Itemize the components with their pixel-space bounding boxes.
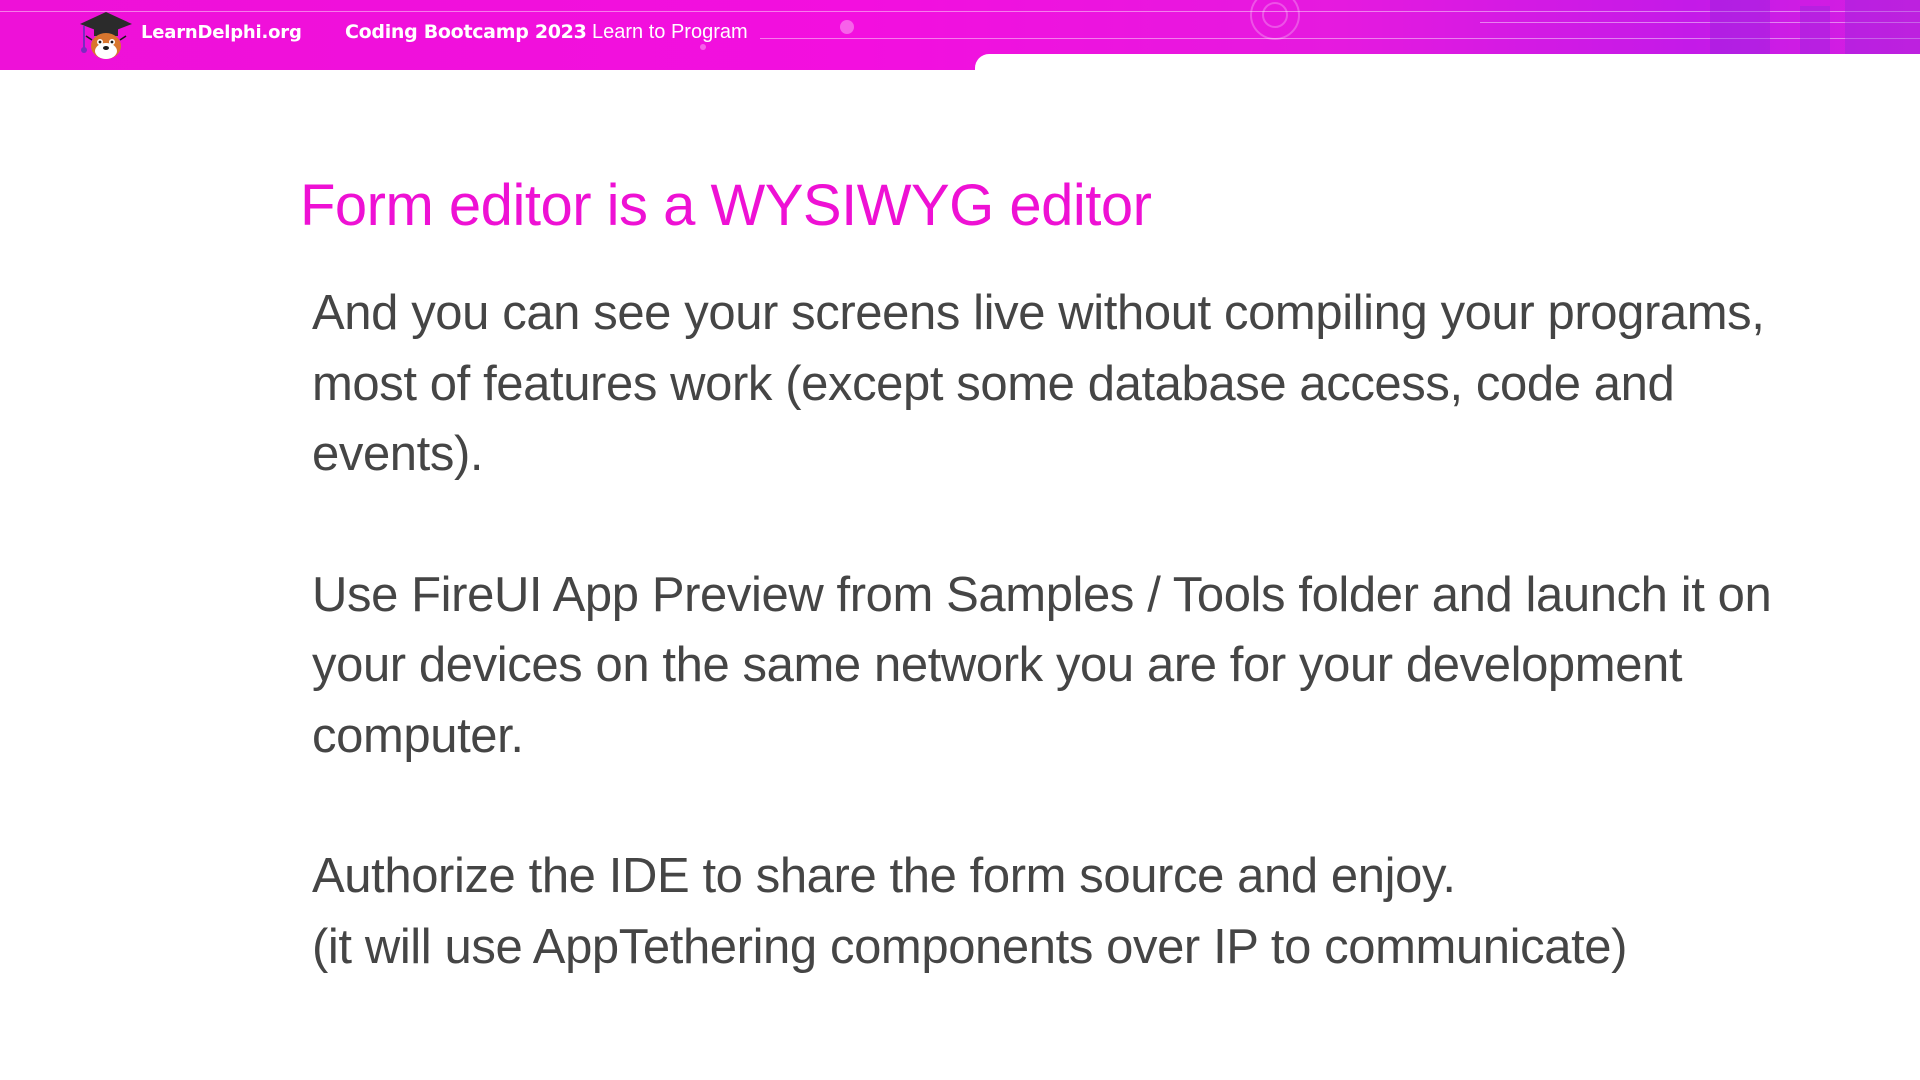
graduation-cap-mascot-logo-icon bbox=[80, 12, 132, 59]
apptethering-line: (it will use AppTethering components ove… bbox=[312, 919, 1628, 974]
paragraph-fireui-app-preview: Use FireUI App Preview from Samples / To… bbox=[312, 567, 1772, 763]
slide-body: And you can see your screens live withou… bbox=[312, 278, 1852, 982]
paragraph-live-preview: And you can see your screens live withou… bbox=[312, 286, 1765, 481]
authorize-line: Authorize the IDE to share the form sour… bbox=[312, 849, 1456, 903]
course-title: Coding Bootcamp 2023 bbox=[345, 21, 587, 43]
header-notch bbox=[975, 54, 1920, 70]
course-tagline: Learn to Program bbox=[592, 21, 748, 43]
header-bar: LearnDelphi.org Coding Bootcamp 2023 Lea… bbox=[0, 0, 1920, 70]
brand-name: LearnDelphi.org bbox=[141, 22, 302, 43]
slide-title: Form editor is a WYSIWYG editor bbox=[300, 173, 1152, 238]
paragraph-authorize-ide: Authorize the IDE to share the form sour… bbox=[312, 841, 1852, 982]
